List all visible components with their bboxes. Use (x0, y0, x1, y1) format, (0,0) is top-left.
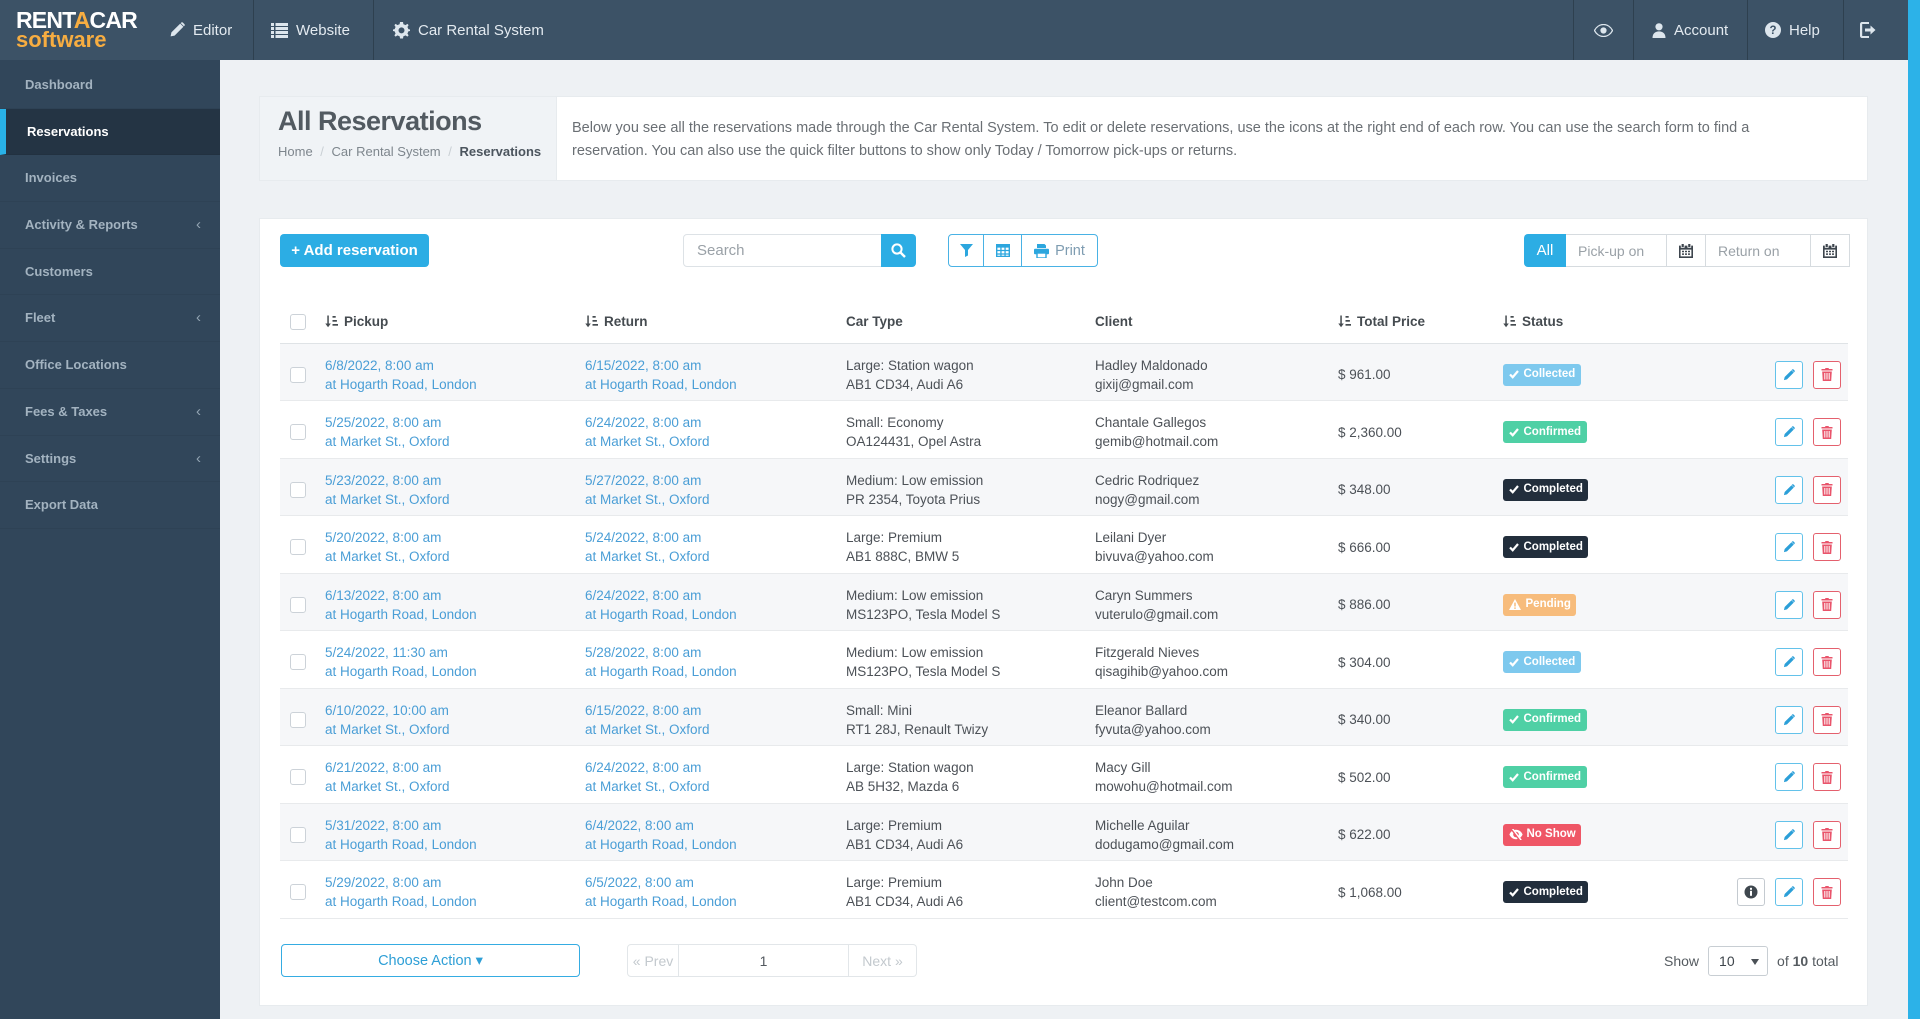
svg-text:?: ? (1769, 25, 1776, 37)
